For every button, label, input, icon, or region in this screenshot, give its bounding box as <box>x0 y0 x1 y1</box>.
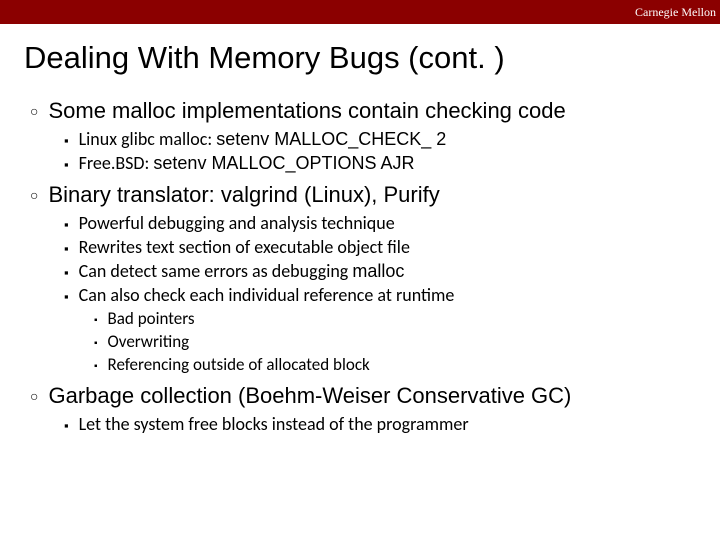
list-item: ▪ Free.BSD: setenv MALLOC_OPTIONS AJR <box>64 152 704 174</box>
text-span: Linux glibc malloc: <box>79 128 217 150</box>
list-item: ▪ Rewrites text section of executable ob… <box>64 236 704 258</box>
list-item-text: Let the system free blocks instead of th… <box>79 413 469 435</box>
bullet-list-level1: ○ Some malloc implementations contain ch… <box>24 98 704 435</box>
header-org-label: Carnegie Mellon <box>635 5 716 20</box>
square-bullet-icon: ▪ <box>64 134 69 147</box>
square-bullet-icon: ▪ <box>64 158 69 171</box>
list-item: ○ Some malloc implementations contain ch… <box>30 98 704 174</box>
list-item: ▪ Powerful debugging and analysis techni… <box>64 212 704 234</box>
hollow-circle-icon: ○ <box>30 104 38 118</box>
list-item: ▪ Let the system free blocks instead of … <box>64 413 704 435</box>
list-item: ○ Binary translator: valgrind (Linux), P… <box>30 182 704 375</box>
list-item-text: Powerful debugging and analysis techniqu… <box>79 212 395 234</box>
code-span: setenv MALLOC_OPTIONS AJR <box>153 153 414 173</box>
square-bullet-icon: ▪ <box>64 242 69 255</box>
bullet-list-level3: ▪ Bad pointers ▪ Overwriting <box>64 308 704 375</box>
list-item: ▪ Linux glibc malloc: setenv MALLOC_CHEC… <box>64 128 704 150</box>
square-bullet-icon: ▪ <box>94 316 98 326</box>
list-item-text: Referencing outside of allocated block <box>108 354 370 375</box>
slide-content: Dealing With Memory Bugs (cont. ) ○ Some… <box>24 40 704 443</box>
header-bar: Carnegie Mellon <box>0 0 720 24</box>
square-bullet-icon: ▪ <box>64 419 69 432</box>
list-item-text: Free.BSD: setenv MALLOC_OPTIONS AJR <box>79 152 415 174</box>
square-bullet-icon: ▪ <box>64 218 69 231</box>
list-item: ▪ Can also check each individual referen… <box>64 284 704 375</box>
slide-title: Dealing With Memory Bugs (cont. ) <box>24 40 704 76</box>
list-item-text: Binary translator: valgrind (Linux), Pur… <box>48 182 439 208</box>
bullet-list-level2: ▪ Powerful debugging and analysis techni… <box>30 212 704 375</box>
square-bullet-icon: ▪ <box>64 266 69 279</box>
hollow-circle-icon: ○ <box>30 389 38 403</box>
list-item-text: Bad pointers <box>108 308 195 329</box>
list-item-text: Overwriting <box>108 331 190 352</box>
hollow-circle-icon: ○ <box>30 188 38 202</box>
list-item-text: Can detect same errors as debugging mall… <box>79 260 405 282</box>
list-item-text: Linux glibc malloc: setenv MALLOC_CHECK_… <box>79 128 447 150</box>
code-span: malloc <box>352 261 404 281</box>
list-item-text: Some malloc implementations contain chec… <box>48 98 565 124</box>
text-span: Can detect same errors as debugging <box>79 260 353 282</box>
list-item-text: Rewrites text section of executable obje… <box>79 236 410 258</box>
square-bullet-icon: ▪ <box>64 290 69 303</box>
list-item: ▪ Can detect same errors as debugging ma… <box>64 260 704 282</box>
bullet-list-level2: ▪ Linux glibc malloc: setenv MALLOC_CHEC… <box>30 128 704 174</box>
square-bullet-icon: ▪ <box>94 339 98 349</box>
bullet-list-level2: ▪ Let the system free blocks instead of … <box>30 413 704 435</box>
list-item: ▪ Overwriting <box>94 331 704 352</box>
list-item-text: Can also check each individual reference… <box>79 284 455 306</box>
square-bullet-icon: ▪ <box>94 362 98 372</box>
text-span: Free.BSD: <box>79 152 154 174</box>
code-span: setenv MALLOC_CHECK_ 2 <box>216 129 446 149</box>
list-item: ○ Garbage collection (Boehm-Weiser Conse… <box>30 383 704 435</box>
list-item: ▪ Referencing outside of allocated block <box>94 354 704 375</box>
list-item-text: Garbage collection (Boehm-Weiser Conserv… <box>48 383 571 409</box>
list-item: ▪ Bad pointers <box>94 308 704 329</box>
